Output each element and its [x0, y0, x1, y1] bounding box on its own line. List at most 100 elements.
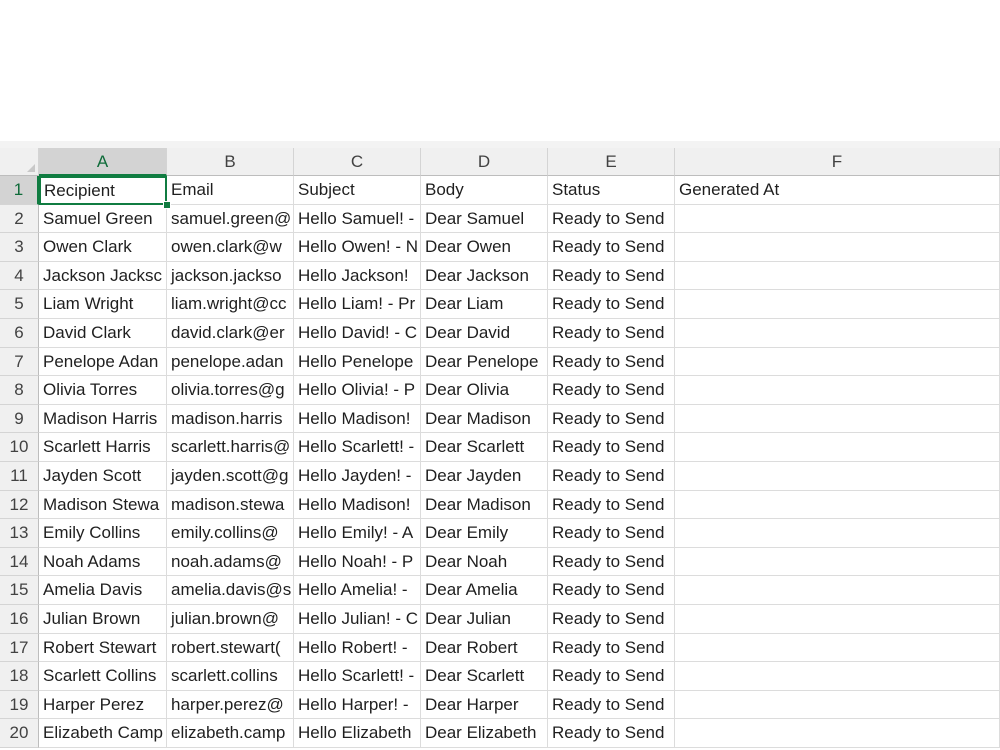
- cell-e2[interactable]: Ready to Send: [548, 204, 675, 234]
- cell-d5[interactable]: Dear Liam: [421, 290, 548, 319]
- cell-c15[interactable]: Hello Amelia! -: [294, 576, 421, 605]
- cell-f19[interactable]: [675, 690, 1000, 720]
- cell-c5[interactable]: Hello Liam! - Pr: [294, 290, 421, 319]
- cell-a13[interactable]: Emily Collins: [39, 519, 167, 548]
- cell-d12[interactable]: Dear Madison: [421, 490, 548, 520]
- cell-e19[interactable]: Ready to Send: [548, 690, 675, 720]
- cell-d2[interactable]: Dear Samuel: [421, 204, 548, 234]
- cell-a6[interactable]: David Clark: [39, 319, 167, 348]
- row-header-20[interactable]: 20: [0, 719, 39, 748]
- cell-d13[interactable]: Dear Emily: [421, 519, 548, 548]
- cell-b10[interactable]: scarlett.harris@: [167, 433, 294, 462]
- cell-a14[interactable]: Noah Adams: [39, 547, 167, 577]
- cell-e14[interactable]: Ready to Send: [548, 547, 675, 577]
- row-header-2[interactable]: 2: [0, 204, 39, 234]
- cell-c12[interactable]: Hello Madison!: [294, 490, 421, 520]
- cell-a16[interactable]: Julian Brown: [39, 605, 167, 634]
- cell-e9[interactable]: Ready to Send: [548, 404, 675, 434]
- cell-e15[interactable]: Ready to Send: [548, 576, 675, 605]
- row-header-5[interactable]: 5: [0, 290, 39, 319]
- cell-b9[interactable]: madison.harris: [167, 404, 294, 434]
- cell-d11[interactable]: Dear Jayden: [421, 462, 548, 491]
- cell-c17[interactable]: Hello Robert! -: [294, 633, 421, 663]
- cell-b19[interactable]: harper.perez@: [167, 690, 294, 720]
- cell-f16[interactable]: [675, 605, 1000, 634]
- cell-e16[interactable]: Ready to Send: [548, 605, 675, 634]
- cell-c2[interactable]: Hello Samuel! -: [294, 204, 421, 234]
- row-header-1[interactable]: 1: [0, 176, 39, 205]
- cell-e7[interactable]: Ready to Send: [548, 347, 675, 377]
- cell-a12[interactable]: Madison Stewa: [39, 490, 167, 520]
- cell-c19[interactable]: Hello Harper! -: [294, 690, 421, 720]
- row-header-3[interactable]: 3: [0, 233, 39, 262]
- cell-d1[interactable]: Body: [421, 176, 548, 205]
- cell-d19[interactable]: Dear Harper: [421, 690, 548, 720]
- cell-f3[interactable]: [675, 233, 1000, 262]
- cell-e10[interactable]: Ready to Send: [548, 433, 675, 462]
- cell-c14[interactable]: Hello Noah! - P: [294, 547, 421, 577]
- row-header-14[interactable]: 14: [0, 547, 39, 577]
- cell-f1[interactable]: Generated At: [675, 176, 1000, 205]
- cell-d9[interactable]: Dear Madison: [421, 404, 548, 434]
- cell-d17[interactable]: Dear Robert: [421, 633, 548, 663]
- row-header-18[interactable]: 18: [0, 662, 39, 691]
- cell-c6[interactable]: Hello David! - C: [294, 319, 421, 348]
- cell-b13[interactable]: emily.collins@: [167, 519, 294, 548]
- cell-d6[interactable]: Dear David: [421, 319, 548, 348]
- cell-e3[interactable]: Ready to Send: [548, 233, 675, 262]
- cell-c1[interactable]: Subject: [294, 176, 421, 205]
- cell-e11[interactable]: Ready to Send: [548, 462, 675, 491]
- cell-b12[interactable]: madison.stewa: [167, 490, 294, 520]
- cell-e8[interactable]: Ready to Send: [548, 376, 675, 405]
- cell-b11[interactable]: jayden.scott@g: [167, 462, 294, 491]
- cell-a19[interactable]: Harper Perez: [39, 690, 167, 720]
- cell-d16[interactable]: Dear Julian: [421, 605, 548, 634]
- cell-f18[interactable]: [675, 662, 1000, 691]
- cell-a20[interactable]: Elizabeth Camp: [39, 719, 167, 748]
- cell-b6[interactable]: david.clark@er: [167, 319, 294, 348]
- cell-f12[interactable]: [675, 490, 1000, 520]
- cell-e5[interactable]: Ready to Send: [548, 290, 675, 319]
- row-header-16[interactable]: 16: [0, 605, 39, 634]
- row-header-15[interactable]: 15: [0, 576, 39, 605]
- row-header-10[interactable]: 10: [0, 433, 39, 462]
- cell-b5[interactable]: liam.wright@cc: [167, 290, 294, 319]
- cell-d14[interactable]: Dear Noah: [421, 547, 548, 577]
- cell-d18[interactable]: Dear Scarlett: [421, 662, 548, 691]
- row-header-9[interactable]: 9: [0, 404, 39, 434]
- cell-b16[interactable]: julian.brown@: [167, 605, 294, 634]
- cell-b15[interactable]: amelia.davis@s: [167, 576, 294, 605]
- row-header-17[interactable]: 17: [0, 633, 39, 663]
- cell-c13[interactable]: Hello Emily! - A: [294, 519, 421, 548]
- cell-a4[interactable]: Jackson Jacksc: [39, 261, 167, 291]
- cell-a2[interactable]: Samuel Green: [39, 204, 167, 234]
- cell-c20[interactable]: Hello Elizabeth: [294, 719, 421, 748]
- cell-f20[interactable]: [675, 719, 1000, 748]
- cell-f10[interactable]: [675, 433, 1000, 462]
- cell-a11[interactable]: Jayden Scott: [39, 462, 167, 491]
- row-header-6[interactable]: 6: [0, 319, 39, 348]
- cell-e6[interactable]: Ready to Send: [548, 319, 675, 348]
- cell-b3[interactable]: owen.clark@w: [167, 233, 294, 262]
- cell-e4[interactable]: Ready to Send: [548, 261, 675, 291]
- cell-f8[interactable]: [675, 376, 1000, 405]
- cell-b17[interactable]: robert.stewart(: [167, 633, 294, 663]
- cell-e13[interactable]: Ready to Send: [548, 519, 675, 548]
- column-header-e[interactable]: E: [548, 148, 675, 176]
- row-header-19[interactable]: 19: [0, 690, 39, 720]
- cell-d20[interactable]: Dear Elizabeth: [421, 719, 548, 748]
- cell-f14[interactable]: [675, 547, 1000, 577]
- cell-a18[interactable]: Scarlett Collins: [39, 662, 167, 691]
- cell-d7[interactable]: Dear Penelope: [421, 347, 548, 377]
- cell-c3[interactable]: Hello Owen! - N: [294, 233, 421, 262]
- column-header-f[interactable]: F: [675, 148, 1000, 176]
- cell-d10[interactable]: Dear Scarlett: [421, 433, 548, 462]
- cell-e1[interactable]: Status: [548, 176, 675, 205]
- row-header-7[interactable]: 7: [0, 347, 39, 377]
- row-header-8[interactable]: 8: [0, 376, 39, 405]
- select-all-button[interactable]: [0, 148, 39, 176]
- cell-b4[interactable]: jackson.jackso: [167, 261, 294, 291]
- cell-d15[interactable]: Dear Amelia: [421, 576, 548, 605]
- cell-e17[interactable]: Ready to Send: [548, 633, 675, 663]
- cell-f9[interactable]: [675, 404, 1000, 434]
